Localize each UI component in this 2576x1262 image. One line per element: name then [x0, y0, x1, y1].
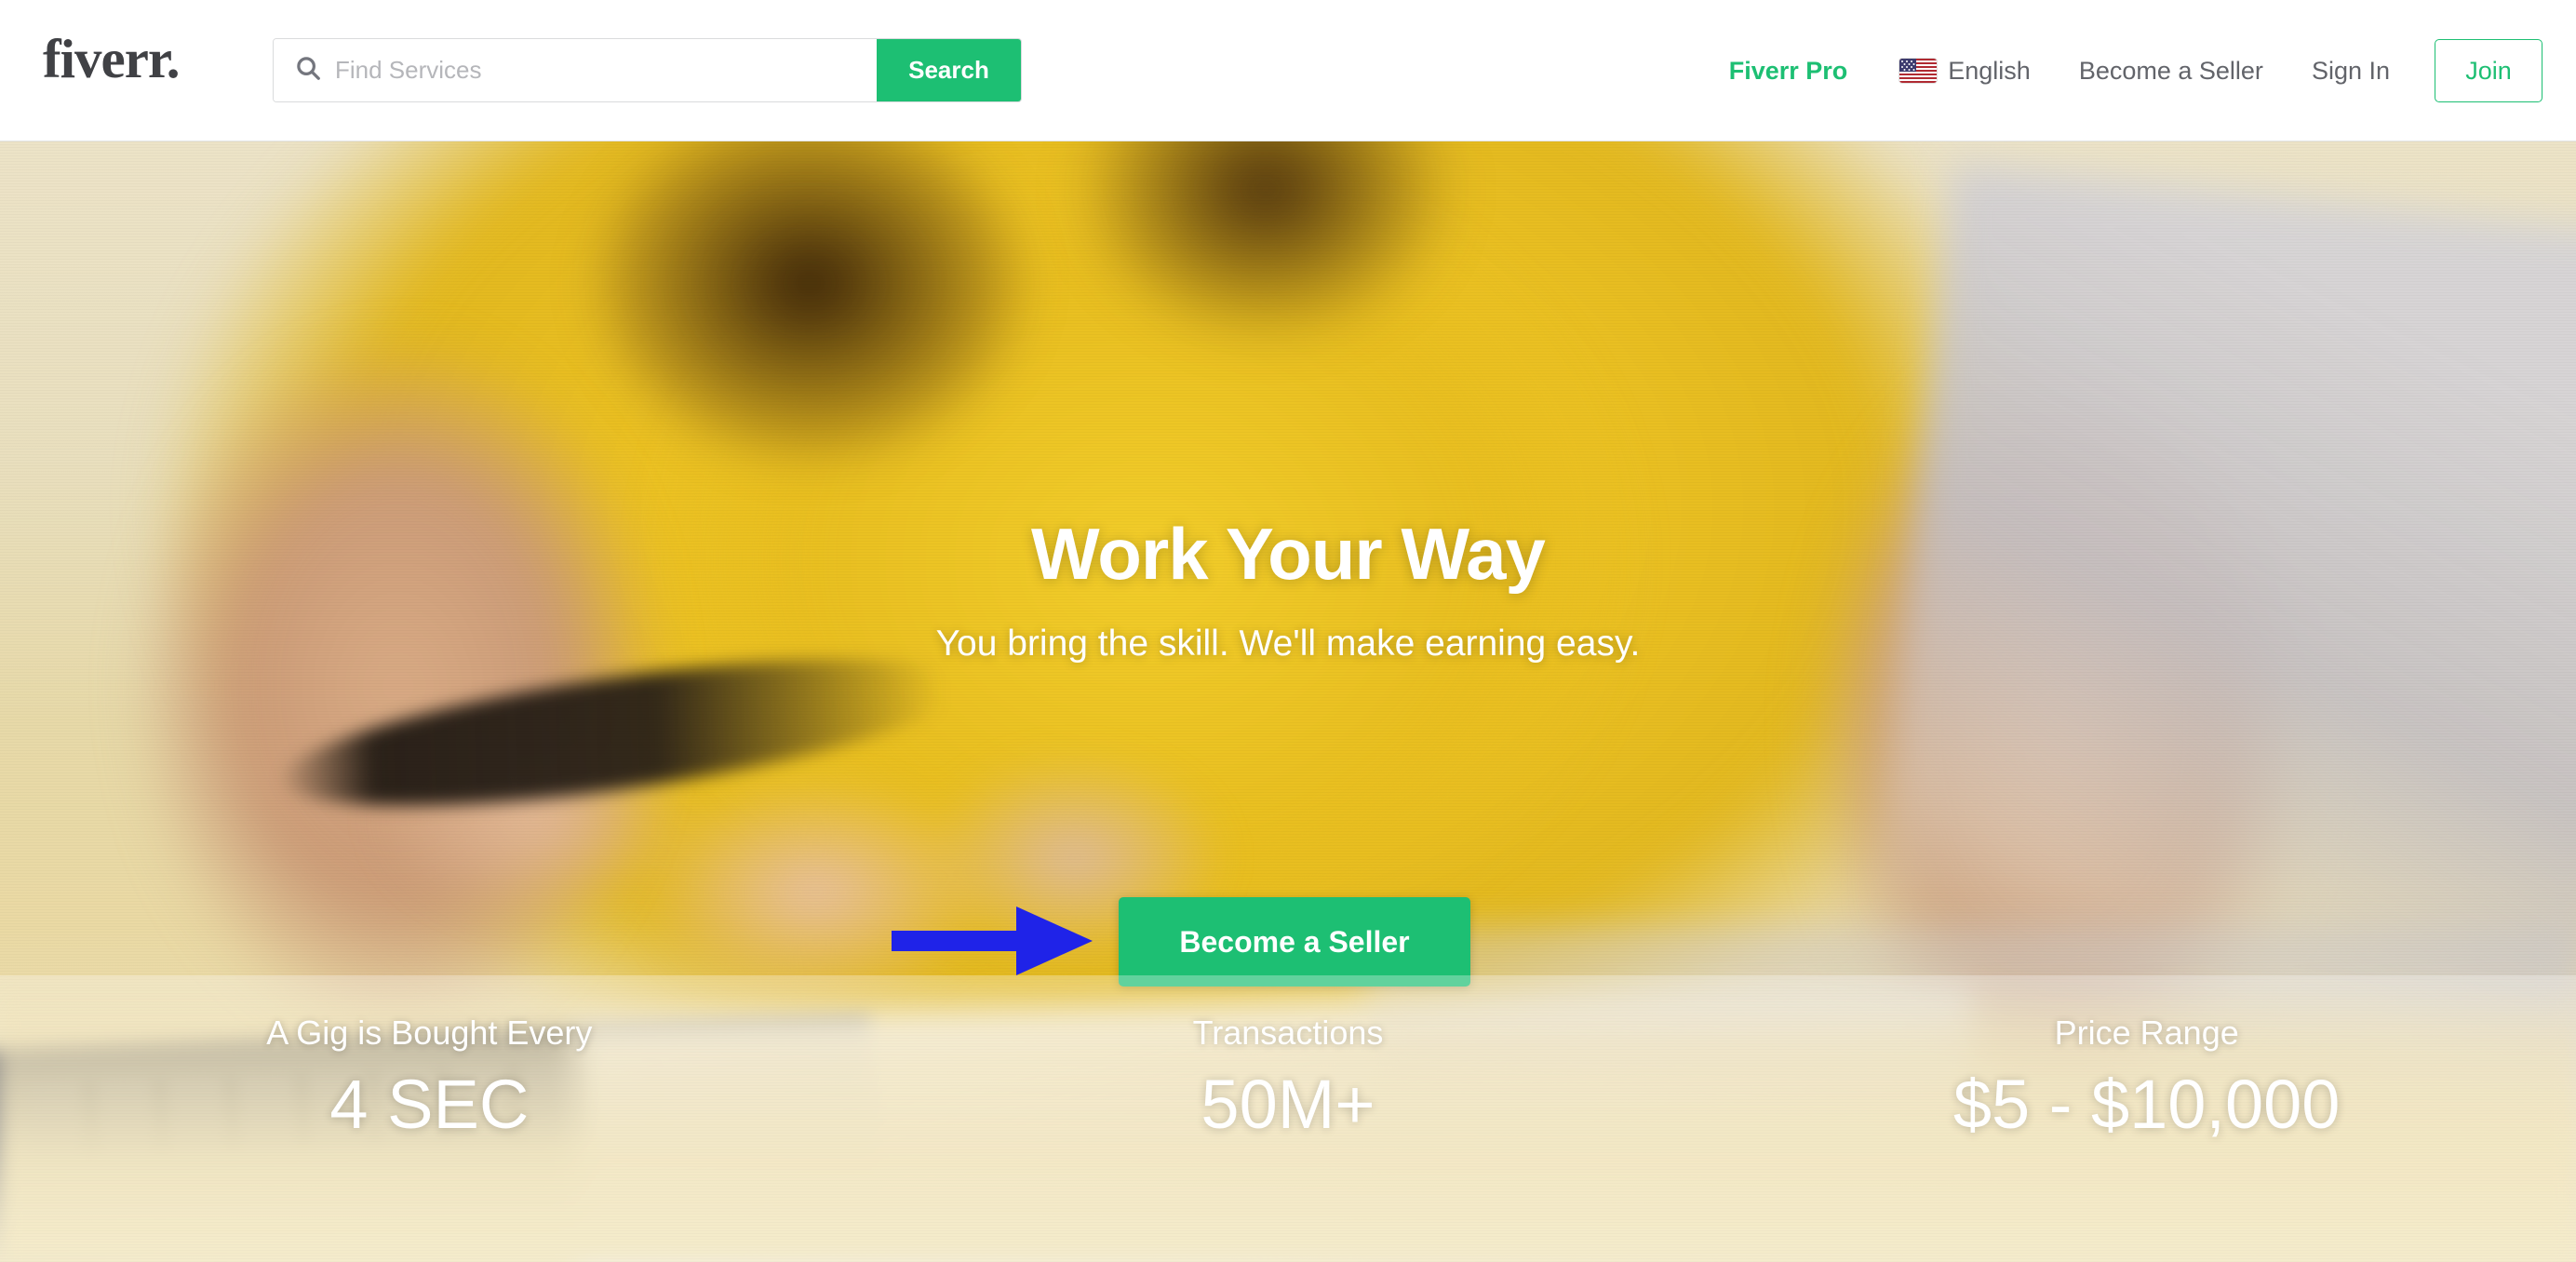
search-button[interactable]: Search	[877, 39, 1021, 101]
us-flag-icon	[1899, 59, 1938, 83]
header-nav: Fiverr Pro English Become a Seller Sign …	[1705, 0, 2542, 141]
search-icon	[294, 54, 322, 87]
stat-item: Transactions 50M+	[859, 975, 1718, 1148]
nav-item-label: English	[1948, 56, 2031, 85]
logo-dot: .	[166, 28, 181, 89]
hero-content: Work Your Way You bring the skill. We'll…	[0, 141, 2576, 1262]
annotation-arrow-icon	[886, 897, 1100, 987]
hero-title: Work Your Way	[1031, 513, 1546, 595]
logo-text: fiverr	[43, 28, 168, 89]
nav-item-label: Fiverr Pro	[1728, 56, 1848, 85]
nav-item-language[interactable]: English	[1875, 57, 2055, 86]
nav-item-label: Become a Seller	[2078, 56, 2263, 85]
become-a-seller-cta-button[interactable]: Become a Seller	[1119, 897, 1470, 987]
nav-item-become-a-seller[interactable]: Become a Seller	[2055, 57, 2288, 86]
stat-label: Transactions	[1192, 1014, 1384, 1052]
hero-subtitle: You bring the skill. We'll make earning …	[935, 624, 1641, 664]
nav-item-sign-in[interactable]: Sign In	[2288, 57, 2414, 86]
site-header: fiverr. Search Fiverr Pro	[0, 0, 2576, 141]
search-input[interactable]	[335, 56, 877, 85]
fiverr-landing-page: fiverr. Search Fiverr Pro	[0, 0, 2576, 1262]
stat-value: $5 - $10,000	[1952, 1066, 2341, 1144]
stat-label: A Gig is Bought Every	[266, 1014, 593, 1052]
hero-section: Work Your Way You bring the skill. We'll…	[0, 141, 2576, 1262]
fiverr-logo[interactable]: fiverr.	[43, 32, 180, 87]
search-bar: Search	[273, 38, 1022, 102]
nav-item-fiverr-pro[interactable]: Fiverr Pro	[1705, 57, 1876, 86]
stat-item: A Gig is Bought Every 4 SEC	[0, 975, 859, 1148]
stat-value: 4 SEC	[329, 1066, 530, 1144]
join-button[interactable]: Join	[2435, 39, 2542, 102]
nav-item-label: Sign In	[2311, 56, 2390, 85]
hero-stats-band: A Gig is Bought Every 4 SEC Transactions…	[0, 975, 2576, 1262]
stat-item: Price Range $5 - $10,000	[1717, 975, 2576, 1148]
stat-label: Price Range	[2054, 1014, 2239, 1052]
stat-value: 50M+	[1201, 1066, 1375, 1144]
search-field[interactable]	[274, 39, 877, 101]
